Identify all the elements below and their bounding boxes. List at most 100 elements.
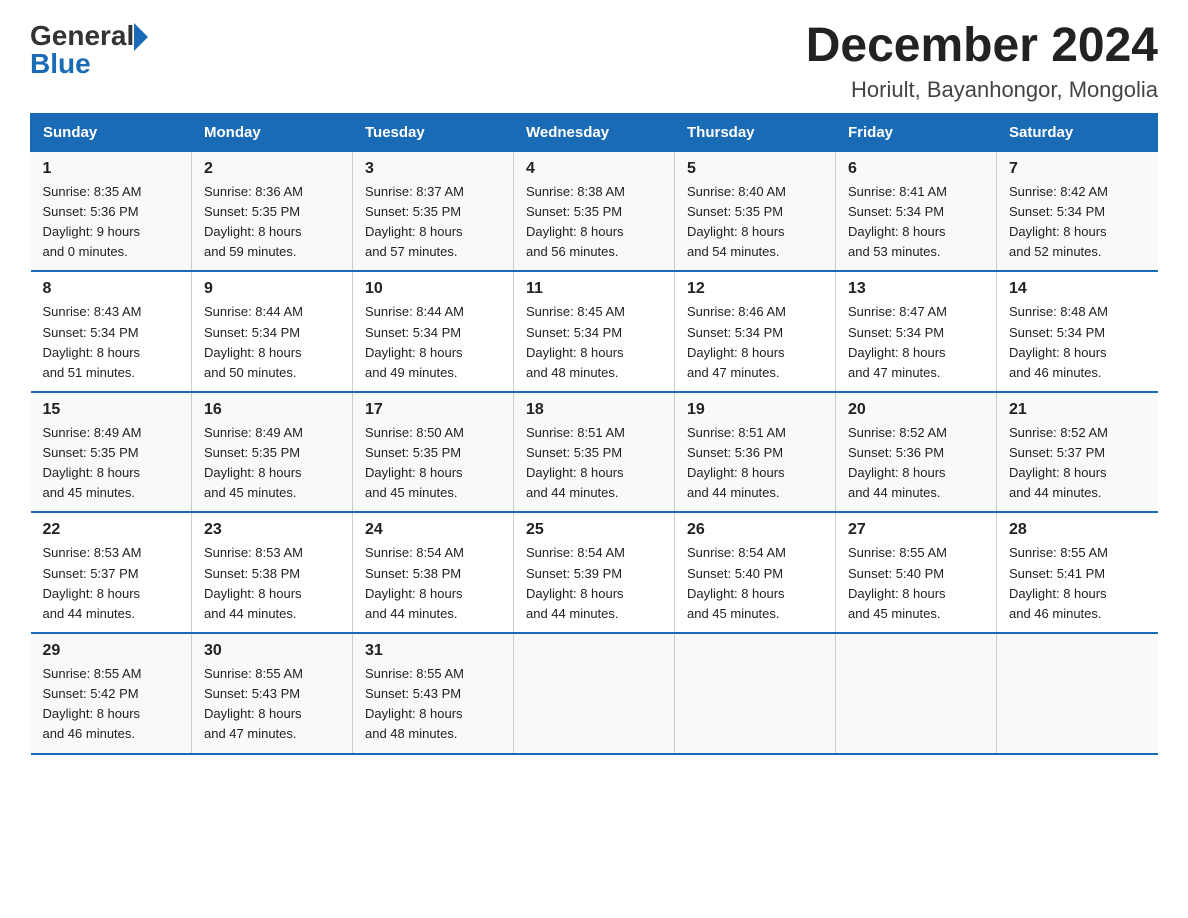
calendar-cell: 19 Sunrise: 8:51 AMSunset: 5:36 PMDayligh… [675,392,836,513]
day-number: 25 [526,521,662,539]
calendar-table: SundayMondayTuesdayWednesdayThursdayFrid… [30,113,1158,755]
day-number: 17 [365,401,501,419]
day-info: Sunrise: 8:45 AMSunset: 5:34 PMDaylight:… [526,302,662,383]
day-number: 4 [526,160,662,178]
calendar-cell: 2 Sunrise: 8:36 AMSunset: 5:35 PMDaylight… [192,151,353,271]
calendar-cell: 12 Sunrise: 8:46 AMSunset: 5:34 PMDayligh… [675,271,836,392]
day-number: 3 [365,160,501,178]
calendar-cell: 4Sunrise: 8:38 AMSunset: 5:35 PMDaylight… [514,151,675,271]
day-info: Sunrise: 8:40 AMSunset: 5:35 PMDaylight:… [687,182,823,263]
day-number: 24 [365,521,501,539]
day-info: Sunrise: 8:51 AMSunset: 5:36 PMDaylight:… [687,423,823,504]
calendar-cell: 22Sunrise: 8:53 AMSunset: 5:37 PMDayligh… [31,512,192,633]
day-number: 10 [365,280,501,298]
day-number: 26 [687,521,823,539]
calendar-header-row: SundayMondayTuesdayWednesdayThursdayFrid… [31,113,1158,151]
calendar-cell [836,633,997,754]
calendar-cell: 15Sunrise: 8:49 AMSunset: 5:35 PMDayligh… [31,392,192,513]
calendar-cell: 31 Sunrise: 8:55 AMSunset: 5:43 PMDayligh… [353,633,514,754]
day-info: Sunrise: 8:52 AMSunset: 5:36 PMDaylight:… [848,423,984,504]
day-number: 1 [43,160,180,178]
logo: General Blue [30,20,148,80]
day-number: 8 [43,280,180,298]
calendar-week-row: 29 Sunrise: 8:55 AMSunset: 5:42 PMDayligh… [31,633,1158,754]
day-info: Sunrise: 8:55 AMSunset: 5:40 PMDaylight:… [848,543,984,624]
calendar-cell: 28Sunrise: 8:55 AMSunset: 5:41 PMDayligh… [997,512,1158,633]
day-number: 2 [204,160,340,178]
location-subtitle: Horiult, Bayanhongor, Mongolia [806,77,1158,103]
col-header-monday: Monday [192,113,353,151]
day-number: 28 [1009,521,1146,539]
day-number: 9 [204,280,340,298]
col-header-friday: Friday [836,113,997,151]
day-number: 19 [687,401,823,419]
day-info: Sunrise: 8:42 AMSunset: 5:34 PMDaylight:… [1009,182,1146,263]
day-info: Sunrise: 8:47 AMSunset: 5:34 PMDaylight:… [848,302,984,383]
day-info: Sunrise: 8:35 AMSunset: 5:36 PMDaylight:… [43,182,180,263]
calendar-cell: 17 Sunrise: 8:50 AMSunset: 5:35 PMDayligh… [353,392,514,513]
calendar-cell: 24 Sunrise: 8:54 AMSunset: 5:38 PMDayligh… [353,512,514,633]
day-number: 20 [848,401,984,419]
day-info: Sunrise: 8:46 AMSunset: 5:34 PMDaylight:… [687,302,823,383]
calendar-cell: 3Sunrise: 8:37 AMSunset: 5:35 PMDaylight… [353,151,514,271]
day-number: 13 [848,280,984,298]
calendar-cell: 20 Sunrise: 8:52 AMSunset: 5:36 PMDayligh… [836,392,997,513]
day-info: Sunrise: 8:41 AMSunset: 5:34 PMDaylight:… [848,182,984,263]
day-number: 15 [43,401,180,419]
calendar-cell: 29 Sunrise: 8:55 AMSunset: 5:42 PMDayligh… [31,633,192,754]
day-info: Sunrise: 8:49 AMSunset: 5:35 PMDaylight:… [204,423,340,504]
calendar-cell: 23 Sunrise: 8:53 AMSunset: 5:38 PMDayligh… [192,512,353,633]
calendar-week-row: 8 Sunrise: 8:43 AMSunset: 5:34 PMDaylight… [31,271,1158,392]
calendar-cell: 8 Sunrise: 8:43 AMSunset: 5:34 PMDaylight… [31,271,192,392]
day-number: 21 [1009,401,1146,419]
day-number: 12 [687,280,823,298]
day-number: 27 [848,521,984,539]
day-info: Sunrise: 8:53 AMSunset: 5:38 PMDaylight:… [204,543,340,624]
calendar-cell: 25 Sunrise: 8:54 AMSunset: 5:39 PMDayligh… [514,512,675,633]
col-header-wednesday: Wednesday [514,113,675,151]
logo-arrow-icon [134,23,148,51]
day-info: Sunrise: 8:43 AMSunset: 5:34 PMDaylight:… [43,302,180,383]
calendar-cell: 18Sunrise: 8:51 AMSunset: 5:35 PMDayligh… [514,392,675,513]
title-block: December 2024 Horiult, Bayanhongor, Mong… [806,20,1158,103]
month-year-title: December 2024 [806,20,1158,73]
day-info: Sunrise: 8:52 AMSunset: 5:37 PMDaylight:… [1009,423,1146,504]
day-number: 23 [204,521,340,539]
calendar-cell: 9 Sunrise: 8:44 AMSunset: 5:34 PMDaylight… [192,271,353,392]
day-info: Sunrise: 8:55 AMSunset: 5:43 PMDaylight:… [204,664,340,745]
day-number: 16 [204,401,340,419]
day-info: Sunrise: 8:54 AMSunset: 5:38 PMDaylight:… [365,543,501,624]
calendar-cell: 26Sunrise: 8:54 AMSunset: 5:40 PMDayligh… [675,512,836,633]
day-number: 31 [365,642,501,660]
day-info: Sunrise: 8:36 AMSunset: 5:35 PMDaylight:… [204,182,340,263]
calendar-week-row: 1 Sunrise: 8:35 AMSunset: 5:36 PMDaylight… [31,151,1158,271]
calendar-week-row: 22Sunrise: 8:53 AMSunset: 5:37 PMDayligh… [31,512,1158,633]
calendar-cell: 21 Sunrise: 8:52 AMSunset: 5:37 PMDayligh… [997,392,1158,513]
day-info: Sunrise: 8:50 AMSunset: 5:35 PMDaylight:… [365,423,501,504]
day-number: 29 [43,642,180,660]
col-header-tuesday: Tuesday [353,113,514,151]
calendar-cell: 5 Sunrise: 8:40 AMSunset: 5:35 PMDaylight… [675,151,836,271]
day-number: 14 [1009,280,1146,298]
day-info: Sunrise: 8:44 AMSunset: 5:34 PMDaylight:… [365,302,501,383]
calendar-cell: 10 Sunrise: 8:44 AMSunset: 5:34 PMDayligh… [353,271,514,392]
day-info: Sunrise: 8:55 AMSunset: 5:43 PMDaylight:… [365,664,501,745]
calendar-cell [997,633,1158,754]
page-header: General Blue December 2024 Horiult, Baya… [30,20,1158,103]
calendar-cell: 11Sunrise: 8:45 AMSunset: 5:34 PMDayligh… [514,271,675,392]
calendar-cell: 14 Sunrise: 8:48 AMSunset: 5:34 PMDayligh… [997,271,1158,392]
day-info: Sunrise: 8:48 AMSunset: 5:34 PMDaylight:… [1009,302,1146,383]
calendar-cell: 13 Sunrise: 8:47 AMSunset: 5:34 PMDayligh… [836,271,997,392]
calendar-cell: 30 Sunrise: 8:55 AMSunset: 5:43 PMDayligh… [192,633,353,754]
day-number: 5 [687,160,823,178]
day-info: Sunrise: 8:53 AMSunset: 5:37 PMDaylight:… [43,543,180,624]
day-info: Sunrise: 8:44 AMSunset: 5:34 PMDaylight:… [204,302,340,383]
day-number: 7 [1009,160,1146,178]
calendar-cell [675,633,836,754]
day-number: 30 [204,642,340,660]
day-number: 18 [526,401,662,419]
day-info: Sunrise: 8:54 AMSunset: 5:39 PMDaylight:… [526,543,662,624]
calendar-cell: 1 Sunrise: 8:35 AMSunset: 5:36 PMDaylight… [31,151,192,271]
day-info: Sunrise: 8:55 AMSunset: 5:42 PMDaylight:… [43,664,180,745]
calendar-cell: 16 Sunrise: 8:49 AMSunset: 5:35 PMDayligh… [192,392,353,513]
